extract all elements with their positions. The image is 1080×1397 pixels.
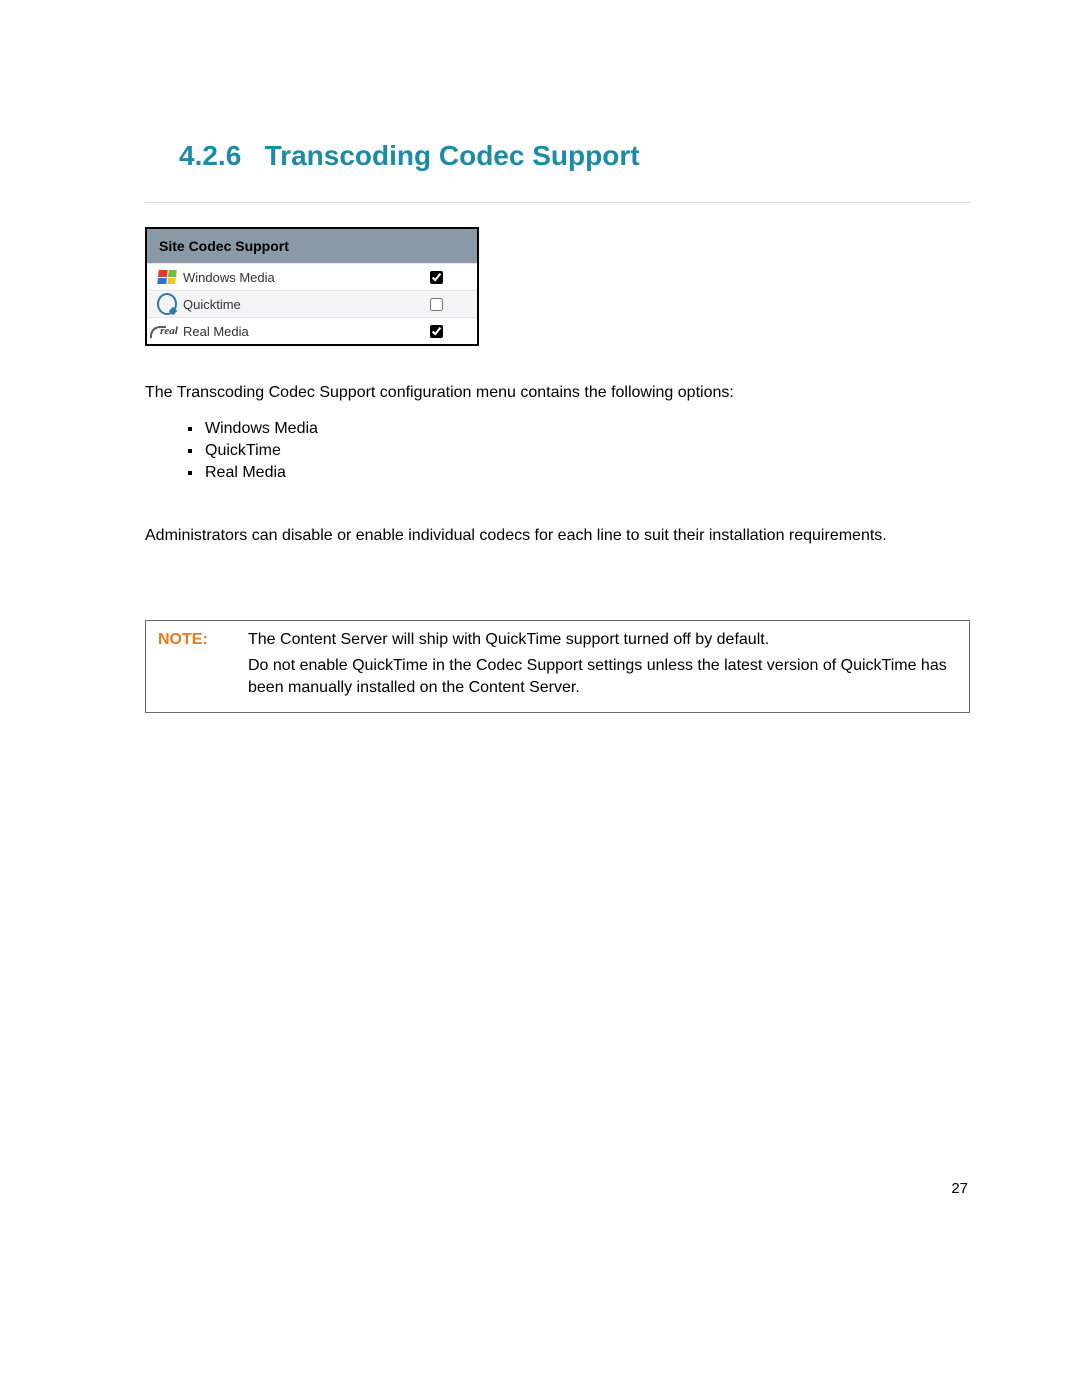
intro-paragraph: The Transcoding Codec Support configurat… [145, 382, 970, 404]
options-list: Windows Media QuickTime Real Media [145, 418, 970, 485]
codec-checkbox-quicktime[interactable] [430, 298, 443, 311]
codec-panel-header: Site Codec Support [147, 229, 477, 263]
list-item: Real Media [203, 462, 970, 484]
page-number: 27 [951, 1180, 968, 1197]
note-line-1: The Content Server will ship with QuickT… [248, 629, 957, 651]
real-media-icon: real [157, 321, 177, 341]
list-item: Windows Media [203, 418, 970, 440]
note-box: NOTE: The Content Server will ship with … [145, 620, 970, 713]
section-heading: 4.2.6 Transcoding Codec Support [179, 140, 970, 172]
section-number: 4.2.6 [179, 140, 241, 171]
codec-checkbox-windows-media[interactable] [430, 271, 443, 284]
codec-label: Quicktime [183, 297, 426, 312]
windows-media-icon [157, 267, 177, 287]
section-title: Transcoding Codec Support [265, 140, 640, 171]
admin-paragraph: Administrators can disable or enable ind… [145, 525, 970, 547]
note-line-2: Do not enable QuickTime in the Codec Sup… [248, 655, 957, 698]
codec-label: Real Media [183, 324, 426, 339]
quicktime-icon [157, 294, 177, 314]
codec-label: Windows Media [183, 270, 426, 285]
codec-row-windows-media: Windows Media [147, 263, 477, 290]
note-body: The Content Server will ship with QuickT… [248, 629, 957, 702]
note-label: NOTE: [158, 629, 230, 702]
codec-support-panel: Site Codec Support Windows Media Quickti… [145, 227, 479, 346]
codec-row-real-media: real Real Media [147, 317, 477, 344]
codec-row-quicktime: Quicktime [147, 290, 477, 317]
divider [145, 202, 970, 203]
codec-checkbox-real-media[interactable] [430, 325, 443, 338]
list-item: QuickTime [203, 440, 970, 462]
